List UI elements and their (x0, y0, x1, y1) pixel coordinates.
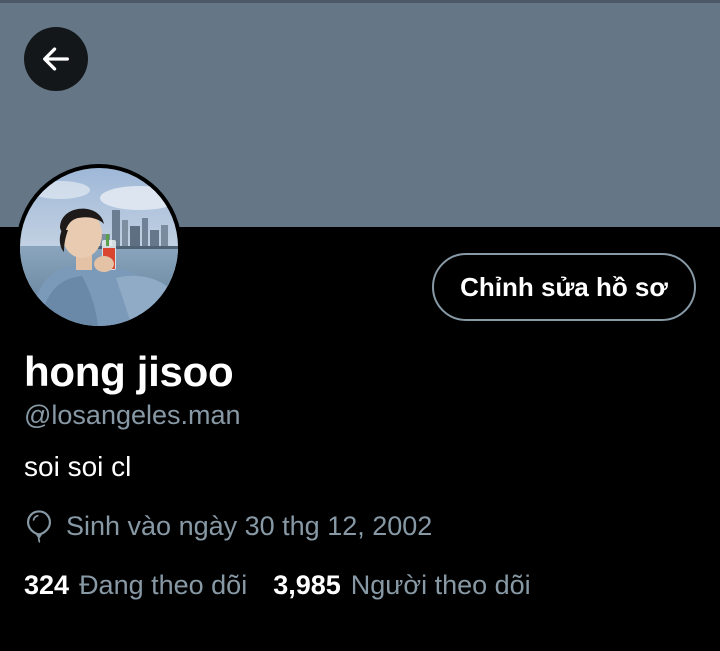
avatar[interactable] (16, 164, 182, 330)
birthday-text: Sinh vào ngày 30 thg 12, 2002 (66, 511, 433, 541)
following-stat[interactable]: 324 Đang theo dõi (24, 567, 247, 603)
user-handle: @losangeles.man (24, 400, 241, 430)
arrow-left-icon (43, 47, 69, 71)
followers-stat[interactable]: 3,985 Người theo dõi (273, 567, 530, 603)
following-count: 324 (24, 570, 70, 600)
follow-stats: 324 Đang theo dõi 3,985 Người theo dõi (24, 567, 531, 603)
profile-bio: soi soi cl (24, 451, 132, 482)
back-button[interactable] (24, 27, 88, 91)
followers-label: Người theo dõi (350, 570, 531, 600)
display-name: hong jisoo (24, 348, 234, 395)
birthday-row: Sinh vào ngày 30 thg 12, 2002 (24, 509, 432, 543)
followers-count: 3,985 (273, 570, 341, 600)
balloon-icon (26, 510, 52, 543)
profile-photo (20, 168, 178, 326)
edit-profile-button[interactable]: Chỉnh sửa hồ sơ (432, 253, 696, 321)
following-label: Đang theo dõi (79, 570, 248, 600)
